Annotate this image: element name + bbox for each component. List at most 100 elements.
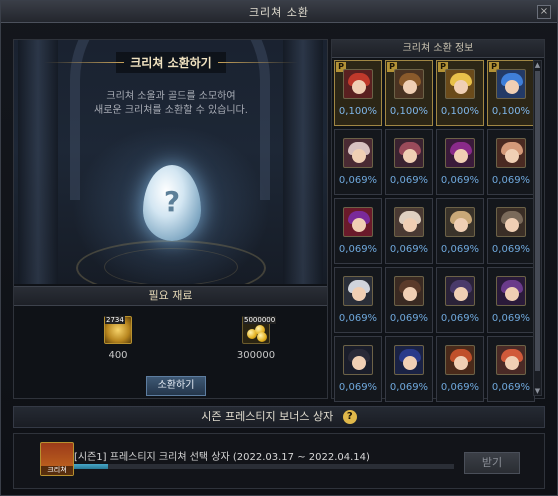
creature-cell[interactable]: 0,069% xyxy=(436,198,484,264)
claim-button[interactable]: 받기 xyxy=(464,452,520,474)
creature-rate: 0,069% xyxy=(389,313,429,324)
gold-required-qty: 300000 xyxy=(236,350,276,361)
bonus-progress-fill xyxy=(74,464,109,469)
pillar-right xyxy=(283,40,323,284)
creature-rate: 0,069% xyxy=(440,313,480,324)
creature-face xyxy=(352,356,366,370)
box-icon-caption: 크리쳐 xyxy=(41,466,73,475)
creature-soul-icon[interactable]: 2734 xyxy=(104,316,132,344)
window-title: 크리쳐 소환 xyxy=(248,6,310,19)
creature-summon-window: 크리쳐 소환 × 크리쳐 소환하기 크리쳐 소울과 골드를 소모하여 새로운 크… xyxy=(0,0,558,496)
creature-face xyxy=(403,149,417,163)
creature-rate: 0,069% xyxy=(491,244,531,255)
summon-button[interactable]: 소환하기 xyxy=(146,376,206,396)
creature-cell[interactable]: 0,069% xyxy=(385,129,433,195)
creature-portrait xyxy=(496,69,526,99)
creature-portrait xyxy=(343,138,373,168)
creature-cell[interactable]: 0,069% xyxy=(487,336,535,402)
heading-line-left xyxy=(44,62,124,63)
creature-rate: 0,069% xyxy=(389,175,429,186)
title-bar[interactable]: 크리쳐 소환 × xyxy=(1,1,557,23)
creature-cell[interactable]: 0,069% xyxy=(436,267,484,333)
creature-face xyxy=(352,80,366,94)
creature-cell[interactable]: P 0,100% xyxy=(334,60,382,126)
creature-cell[interactable]: 0,069% xyxy=(436,336,484,402)
creature-portrait xyxy=(343,276,373,306)
creature-face xyxy=(403,356,417,370)
creature-cell[interactable]: 0,069% xyxy=(487,129,535,195)
creature-portrait xyxy=(445,69,475,99)
creature-portrait xyxy=(343,345,373,375)
egg-question-mark: ? xyxy=(163,185,181,218)
creature-face xyxy=(352,287,366,301)
creature-portrait xyxy=(445,345,475,375)
creature-portrait xyxy=(343,69,373,99)
creature-face xyxy=(352,149,366,163)
creature-face xyxy=(454,356,468,370)
creature-face xyxy=(505,356,519,370)
summon-heading-label: 크리쳐 소환하기 xyxy=(116,52,226,73)
summon-heading: 크리쳐 소환하기 xyxy=(44,52,298,74)
creature-face xyxy=(505,80,519,94)
scrollbar-thumb[interactable] xyxy=(535,71,540,371)
creature-rate: 0,069% xyxy=(440,382,480,393)
creature-cell[interactable]: 0,069% xyxy=(385,267,433,333)
creature-portrait xyxy=(394,345,424,375)
gold-icon[interactable]: 5000000 xyxy=(242,316,277,344)
creature-face xyxy=(505,287,519,301)
creature-cell[interactable]: 0,069% xyxy=(334,198,382,264)
summon-description: 크리쳐 소울과 골드를 소모하여 새로운 크리쳐를 소환할 수 있습니다. xyxy=(94,91,248,116)
summon-info-panel: 크리쳐 소환 정보 P 0,100% P 0,100% P 0,100% P 0,100% 0,… xyxy=(331,39,545,402)
summon-info-header: 크리쳐 소환 정보 xyxy=(332,40,544,58)
creature-face xyxy=(454,287,468,301)
close-button[interactable]: × xyxy=(537,5,551,19)
creature-cell[interactable]: 0,069% xyxy=(487,267,535,333)
creature-rate: 0,069% xyxy=(491,175,531,186)
creature-face xyxy=(505,218,519,232)
creature-cell[interactable]: 0,069% xyxy=(334,336,382,402)
creature-cell[interactable]: P 0,100% xyxy=(487,60,535,126)
info-scrollbar[interactable]: ▲ ▼ xyxy=(533,60,542,396)
material-soul: 2734 400 xyxy=(78,316,158,361)
creature-cell[interactable]: 0,069% xyxy=(487,198,535,264)
materials-header: 필요 재료 xyxy=(14,286,327,306)
creature-portrait xyxy=(496,207,526,237)
creature-cell[interactable]: 0,069% xyxy=(436,129,484,195)
heading-line-right xyxy=(218,62,298,63)
creature-cell[interactable]: 0,069% xyxy=(385,336,433,402)
bonus-item-name: [시즌1] 프레스티지 크리쳐 선택 상자 (2022.03.17 ~ 2022… xyxy=(74,452,370,463)
creature-rate: 0,069% xyxy=(491,382,531,393)
creature-face xyxy=(352,218,366,232)
creature-cell[interactable]: 0,069% xyxy=(334,129,382,195)
creature-rate: 0,100% xyxy=(389,106,429,117)
bonus-item-row: 크리쳐 [시즌1] 프레스티지 크리쳐 선택 상자 (2022.03.17 ~ … xyxy=(13,433,545,489)
gold-coin-icon xyxy=(257,332,267,342)
creature-rate: 0,069% xyxy=(338,244,378,255)
creature-cell[interactable]: P 0,100% xyxy=(385,60,433,126)
prestige-box-icon[interactable]: 크리쳐 xyxy=(40,442,74,476)
soul-owned-count: 2734 xyxy=(105,316,125,324)
bonus-header-label: 시즌 프레스티지 보너스 상자 xyxy=(201,410,334,423)
gold-owned-count: 5000000 xyxy=(243,316,277,324)
creature-face xyxy=(505,149,519,163)
creature-rate: 0,069% xyxy=(440,175,480,186)
scroll-up-icon[interactable]: ▲ xyxy=(534,61,541,69)
scroll-down-icon[interactable]: ▼ xyxy=(534,387,541,395)
creature-face xyxy=(454,80,468,94)
creature-portrait xyxy=(394,207,424,237)
creature-rate: 0,069% xyxy=(389,382,429,393)
creature-cell[interactable]: 0,069% xyxy=(385,198,433,264)
creature-rate: 0,069% xyxy=(491,313,531,324)
summon-scene: 크리쳐 소환하기 크리쳐 소울과 골드를 소모하여 새로운 크리쳐를 소환할 수… xyxy=(14,40,327,284)
creature-face xyxy=(403,287,417,301)
creature-portrait xyxy=(496,345,526,375)
creature-portrait xyxy=(394,69,424,99)
creature-cell[interactable]: P 0,100% xyxy=(436,60,484,126)
creature-face xyxy=(454,218,468,232)
pillar-left xyxy=(18,40,58,284)
creature-face xyxy=(454,149,468,163)
creature-rate: 0,069% xyxy=(338,382,378,393)
help-icon[interactable]: ? xyxy=(342,410,357,424)
creature-cell[interactable]: 0,069% xyxy=(334,267,382,333)
bonus-header: 시즌 프레스티지 보너스 상자 ? xyxy=(13,406,545,428)
